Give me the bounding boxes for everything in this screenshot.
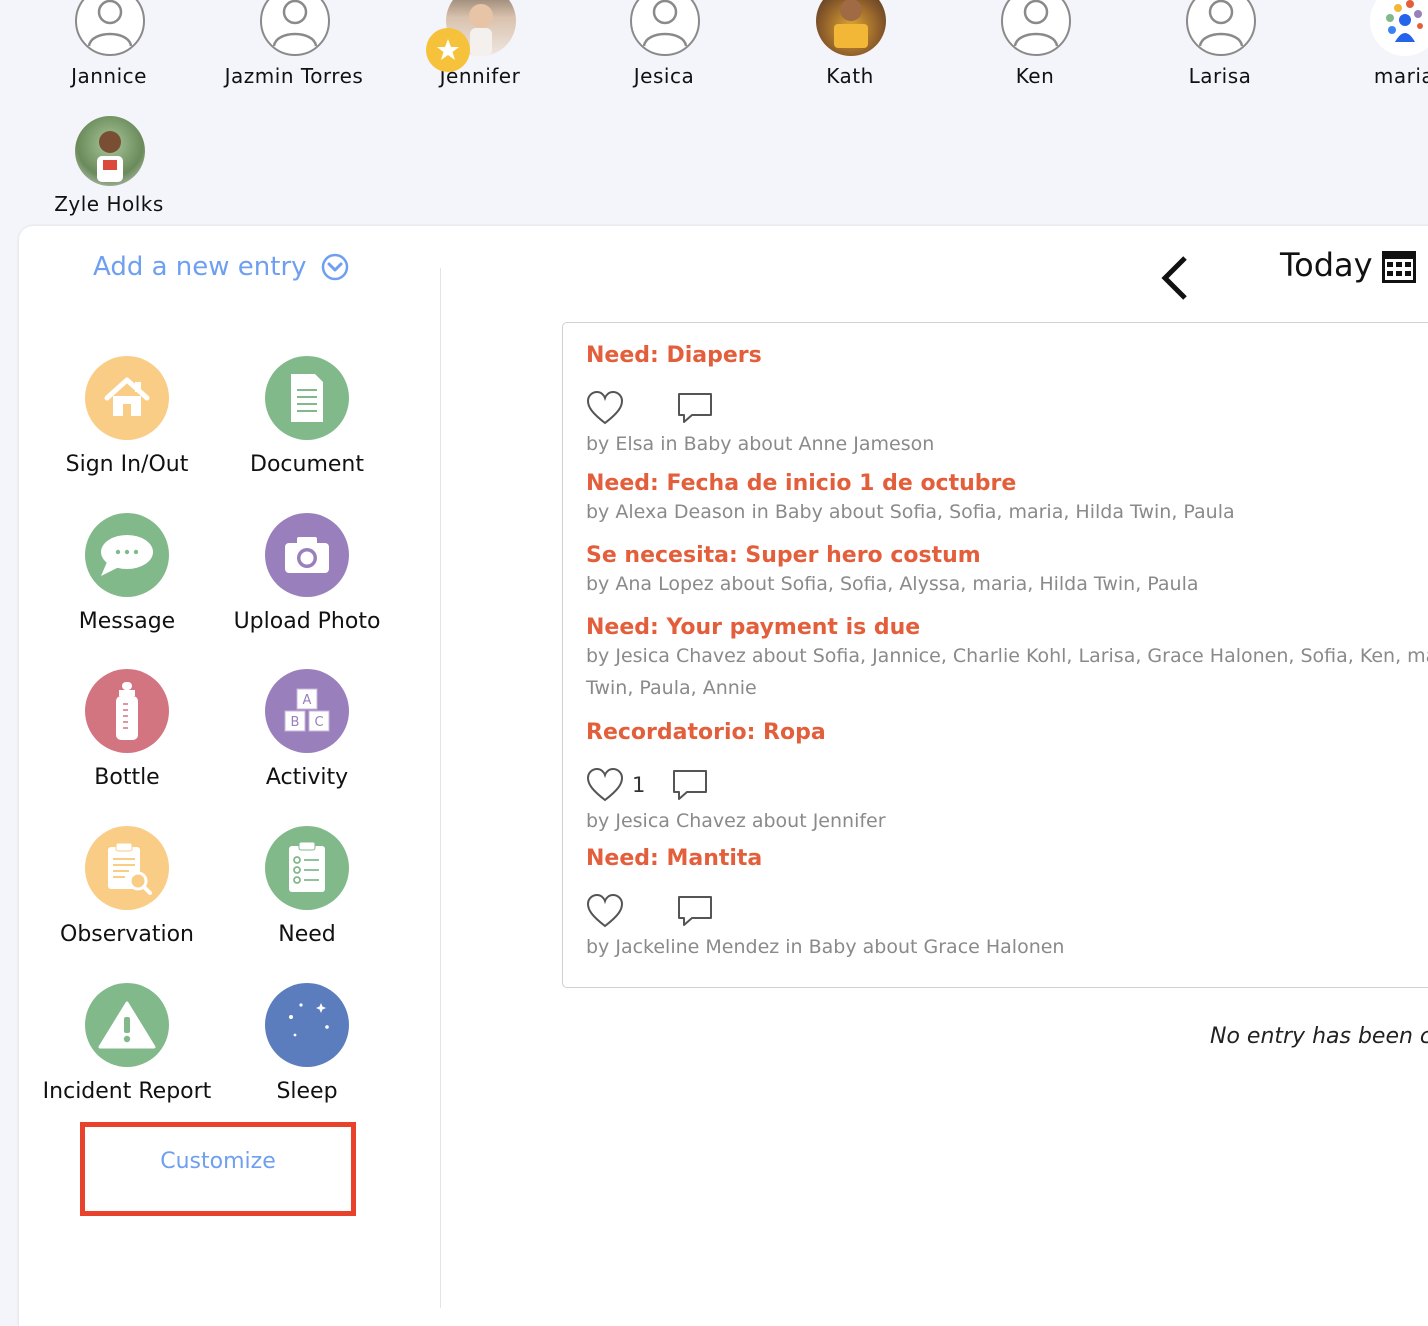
feed-entry[interactable]: Need: Mantita by Jackeline Mendez in Bab… bbox=[586, 846, 1064, 963]
entry-message[interactable]: Message bbox=[27, 513, 227, 634]
entry-sleep[interactable]: Sleep bbox=[207, 983, 407, 1104]
entry-label: Upload Photo bbox=[233, 609, 381, 634]
entry-label: Document bbox=[250, 452, 364, 477]
entry-label: Sleep bbox=[276, 1079, 338, 1104]
heart-icon[interactable] bbox=[586, 893, 624, 929]
calendar-icon[interactable] bbox=[1381, 250, 1417, 288]
reaction-bar bbox=[586, 388, 934, 428]
entry-meta-continued: Twin, Paula, Annie bbox=[586, 677, 757, 699]
entry-meta: by Jackeline Mendez in Baby about Grace … bbox=[586, 936, 1065, 958]
default-user-icon bbox=[1186, 0, 1256, 56]
reaction-bar bbox=[586, 891, 1064, 931]
entry-meta: by Jesica Chavez about Jennifer bbox=[586, 810, 886, 832]
add-entry-dropdown[interactable]: Add a new entry bbox=[93, 252, 349, 282]
comment-icon[interactable] bbox=[671, 768, 709, 802]
heart-icon[interactable] bbox=[586, 767, 624, 803]
entry-title[interactable]: Need: Your payment is due bbox=[586, 615, 1428, 640]
feed-entry[interactable]: Need: Diapers by Elsa in Baby about Anne… bbox=[586, 343, 934, 460]
checklist-icon bbox=[265, 826, 349, 910]
feed-entry[interactable]: Need: Your payment is due by Jesica Chav… bbox=[586, 615, 1428, 704]
child-name: Zyle Holks bbox=[54, 192, 164, 216]
entry-label: Bottle bbox=[94, 765, 160, 790]
warning-icon bbox=[85, 983, 169, 1067]
sidebar-divider bbox=[440, 268, 441, 1308]
entry-title[interactable]: Need: Mantita bbox=[586, 846, 1064, 871]
entry-label: Activity bbox=[265, 765, 349, 790]
empty-state-message: No entry has been cr bbox=[1210, 1024, 1428, 1049]
moon-stars-icon bbox=[265, 983, 349, 1067]
chat-bubble-icon bbox=[85, 513, 169, 597]
child-name: Kath bbox=[826, 64, 874, 88]
comment-icon[interactable] bbox=[676, 894, 714, 928]
child-name: maria bbox=[1373, 64, 1428, 88]
chevron-down-circle-icon bbox=[321, 253, 348, 281]
default-user-icon bbox=[260, 0, 330, 56]
child-name: Jennifer bbox=[439, 64, 521, 88]
entry-sign-in-out[interactable]: Sign In/Out bbox=[27, 356, 227, 477]
entry-document[interactable]: Document bbox=[207, 356, 407, 477]
star-badge-icon bbox=[426, 28, 470, 72]
feed-entry[interactable]: Se necesita: Super hero costum by Ana Lo… bbox=[586, 543, 1199, 600]
entry-bottle[interactable]: Bottle bbox=[27, 669, 227, 790]
entry-meta: by Alexa Deason in Baby about Sofia, Sof… bbox=[586, 501, 1235, 523]
child-name: Jazmin Torres bbox=[224, 64, 364, 88]
default-user-icon bbox=[1001, 0, 1071, 56]
entry-label: Observation bbox=[60, 922, 194, 947]
svg-text:C: C bbox=[314, 715, 323, 730]
chevron-left-icon bbox=[1161, 256, 1187, 300]
abc-blocks-icon: ABC bbox=[265, 669, 349, 753]
entry-label: Incident Report bbox=[42, 1079, 212, 1104]
customize-label: Customize bbox=[160, 1149, 276, 1174]
magnifier-clipboard-icon bbox=[85, 826, 169, 910]
feed-entry[interactable]: Need: Fecha de inicio 1 de octubre by Al… bbox=[586, 471, 1235, 528]
comment-icon[interactable] bbox=[676, 391, 714, 425]
default-user-icon bbox=[630, 0, 700, 56]
bottle-icon bbox=[85, 669, 169, 753]
entry-label: Sign In/Out bbox=[65, 452, 189, 477]
reaction-bar: 1 bbox=[586, 765, 886, 805]
entry-title[interactable]: Se necesita: Super hero costum bbox=[586, 543, 1199, 568]
previous-day-button[interactable] bbox=[1157, 254, 1191, 306]
customize-button[interactable]: Customize bbox=[80, 1122, 356, 1216]
entry-incident-report[interactable]: Incident Report bbox=[27, 983, 227, 1104]
house-icon bbox=[85, 356, 169, 440]
entries-feed: Need: Diapers by Elsa in Baby about Anne… bbox=[562, 322, 1428, 988]
heart-icon[interactable] bbox=[586, 390, 624, 426]
child-name: Ken bbox=[1015, 64, 1055, 88]
entry-title[interactable]: Need: Fecha de inicio 1 de octubre bbox=[586, 471, 1235, 496]
child-photo bbox=[75, 116, 145, 186]
add-entry-label: Add a new entry bbox=[93, 252, 307, 282]
svg-text:B: B bbox=[291, 715, 300, 730]
child-name: Jannice bbox=[71, 64, 147, 88]
entry-title[interactable]: Need: Diapers bbox=[586, 343, 934, 368]
like-count: 1 bbox=[632, 773, 646, 797]
main-panel: Add a new entry Sign In/Out Document Mes… bbox=[19, 226, 1428, 1326]
entry-title[interactable]: Recordatorio: Ropa bbox=[586, 720, 886, 745]
entry-activity[interactable]: ABC Activity bbox=[207, 669, 407, 790]
child-name: Larisa bbox=[1188, 64, 1252, 88]
entry-need[interactable]: Need bbox=[207, 826, 407, 947]
feed-entry[interactable]: Recordatorio: Ropa 1 by Jesica Chavez ab… bbox=[586, 720, 886, 837]
child-photo bbox=[816, 0, 886, 56]
entry-label: Message bbox=[78, 609, 176, 634]
entry-meta: by Ana Lopez about Sofia, Sofia, Alyssa,… bbox=[586, 573, 1199, 595]
entry-label: Need bbox=[278, 922, 336, 947]
entry-observation[interactable]: Observation bbox=[27, 826, 227, 947]
camera-icon bbox=[265, 513, 349, 597]
svg-text:A: A bbox=[303, 693, 312, 708]
entry-meta: by Jesica Chavez about Sofia, Jannice, C… bbox=[586, 645, 1428, 667]
entry-upload-photo[interactable]: Upload Photo bbox=[207, 513, 407, 634]
document-icon bbox=[265, 356, 349, 440]
default-user-icon bbox=[75, 0, 145, 56]
entry-meta: by Elsa in Baby about Anne Jameson bbox=[586, 433, 935, 455]
date-label[interactable]: Today bbox=[1280, 246, 1373, 284]
colorful-logo-icon bbox=[1370, 0, 1428, 56]
child-name: Jesica bbox=[633, 64, 695, 88]
